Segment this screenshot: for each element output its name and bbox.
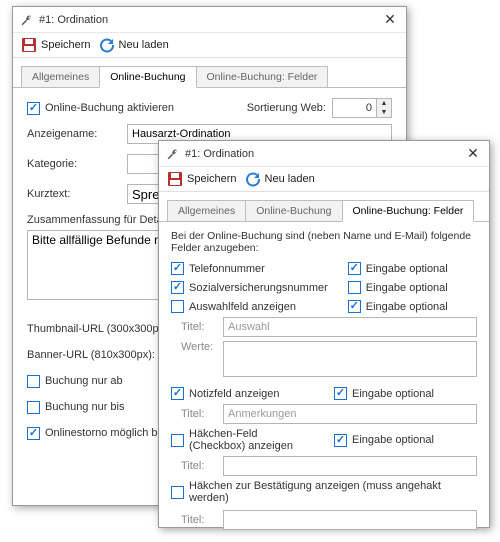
reload-label: Neu laden [265,173,315,185]
checkbox-select-optional[interactable] [348,300,361,313]
from-label: Buchung nur ab [45,375,123,387]
checkbox-until[interactable] [27,401,40,414]
name-label: Anzeigename: [27,128,127,140]
tab-allgemeines[interactable]: Allgemeines [167,200,246,221]
tab-online-buchung-felder[interactable]: Online-Buchung: Felder [342,200,475,222]
confirm-title-input[interactable] [223,510,477,530]
check-show-label: Häkchen-Feld (Checkbox) anzeigen [189,428,314,452]
select-title-label: Titel: [181,321,223,333]
checkbox-confirm-show[interactable] [171,486,184,499]
confirm-show-label: Häkchen zur Bestätigung anzeigen (muss a… [189,480,477,504]
checkbox-storno[interactable] [27,427,40,440]
toolbar: Speichern Neu laden [159,167,489,192]
checkbox-phone[interactable] [171,262,184,275]
spinner-up-icon[interactable]: ▲ [377,99,391,108]
short-label: Kurztext: [27,188,127,200]
phone-label: Telefonnummer [189,263,265,275]
tab-allgemeines[interactable]: Allgemeines [21,66,100,87]
wrench-icon [19,13,33,27]
thumb-label: Thumbnail-URL (300x300px): [27,323,171,335]
wrench-icon [165,147,179,161]
check-title-input[interactable] [223,456,477,476]
checkbox-note-show[interactable] [171,387,184,400]
titlebar: #1: Ordination ✕ [13,7,406,33]
select-show-label: Auswahlfeld anzeigen [189,301,296,313]
optional-label: Eingabe optional [366,282,448,294]
sort-value: 0 [333,102,376,114]
tabbar: Allgemeines Online-Buchung Online-Buchun… [159,192,489,222]
window-ordination-front: #1: Ordination ✕ Speichern Neu laden All… [158,140,490,528]
optional-label: Eingabe optional [366,263,448,275]
checkbox-from[interactable] [27,375,40,388]
checkbox-check-optional[interactable] [334,434,347,447]
reload-button[interactable]: Neu laden [245,171,315,187]
save-label: Speichern [41,39,91,51]
intro-text: Bei der Online-Buchung sind (neben Name … [171,230,477,254]
checkbox-phone-optional[interactable] [348,262,361,275]
checkbox-check-show[interactable] [171,434,184,447]
storno-label: Onlinestorno möglich bis [45,427,165,439]
checkbox-note-optional[interactable] [334,387,347,400]
sort-label: Sortierung Web: [247,102,326,114]
tab-online-buchung-felder[interactable]: Online-Buchung: Felder [196,66,329,87]
window-title: #1: Ordination [39,14,380,26]
note-show-label: Notizfeld anzeigen [189,388,280,400]
reload-label: Neu laden [119,39,169,51]
checkbox-select-show[interactable] [171,300,184,313]
activate-label: Online-Buchung aktivieren [45,102,174,114]
note-title-input[interactable] [223,404,477,424]
banner-label: Banner-URL (810x300px): [27,349,155,361]
until-label: Buchung nur bis [45,401,125,413]
note-title-label: Titel: [181,408,223,420]
titlebar: #1: Ordination ✕ [159,141,489,167]
panel-felder: Bei der Online-Buchung sind (neben Name … [159,222,489,542]
optional-label: Eingabe optional [352,434,434,446]
close-icon[interactable]: ✕ [463,145,483,162]
cat-label: Kategorie: [27,158,127,170]
check-title-label: Titel: [181,460,223,472]
checkbox-activate[interactable] [27,102,40,115]
confirm-title-label: Titel: [181,514,223,526]
tabbar: Allgemeines Online-Buchung Online-Buchun… [13,58,406,88]
spinner-down-icon[interactable]: ▼ [377,108,391,117]
sort-spinner[interactable]: 0 ▲▼ [332,98,392,118]
select-werte-textarea[interactable] [223,341,477,377]
optional-label: Eingabe optional [352,388,434,400]
toolbar: Speichern Neu laden [13,33,406,58]
reload-button[interactable]: Neu laden [99,37,169,53]
tab-online-buchung[interactable]: Online-Buchung [99,66,196,88]
checkbox-ssn[interactable] [171,281,184,294]
select-werte-label: Werte: [181,341,223,353]
window-title: #1: Ordination [185,148,463,160]
tab-online-buchung[interactable]: Online-Buchung [245,200,342,221]
checkbox-ssn-optional[interactable] [348,281,361,294]
close-icon[interactable]: ✕ [380,11,400,28]
optional-label: Eingabe optional [366,301,448,313]
save-button[interactable]: Speichern [167,171,237,187]
select-title-input[interactable] [223,317,477,337]
ssn-label: Sozialversicherungsnummer [189,282,328,294]
save-button[interactable]: Speichern [21,37,91,53]
save-label: Speichern [187,173,237,185]
